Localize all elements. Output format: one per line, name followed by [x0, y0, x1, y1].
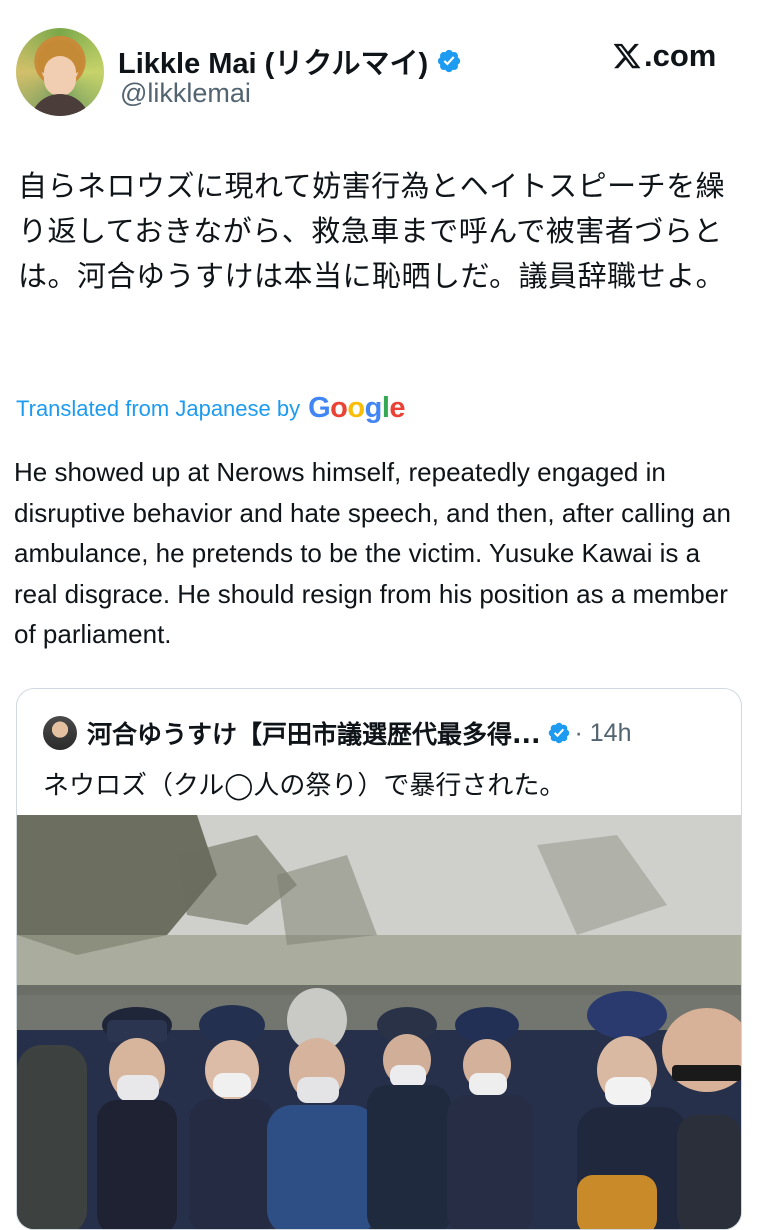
translation-notice[interactable]: Translated from Japanese by Google — [16, 392, 406, 425]
tweet-header: Likkle Mai (リクルマイ) @likklemai .com — [0, 0, 757, 130]
quoted-tweet-card[interactable]: 河合ゆうすけ【戸田市議選歴代最多得... · 14h ネウロズ（クル◯人の祭り）… — [16, 688, 742, 1230]
author-avatar[interactable] — [16, 28, 104, 116]
author-display-name[interactable]: Likkle Mai (リクルマイ) — [118, 40, 428, 82]
verified-badge-icon — [438, 49, 461, 73]
quoted-tweet-text: ネウロズ（クル◯人の祭り）で暴行された。 — [43, 771, 566, 801]
x-domain-suffix: .com — [644, 38, 717, 73]
avatar-face — [44, 56, 76, 96]
x-logo: .com — [612, 38, 716, 74]
quoted-tweet-media[interactable] — [17, 815, 741, 1229]
quoted-author-avatar[interactable] — [43, 716, 77, 750]
tweet-text-original: 自らネロウズに現れて妨害行為とヘイトスピーチを繰り返しておきながら、救急車まで呼… — [18, 169, 726, 293]
author-handle[interactable]: @likklemai — [120, 78, 251, 109]
quoted-tweet-header: 河合ゆうすけ【戸田市議選歴代最多得... · 14h — [43, 715, 631, 751]
avatar-body — [30, 94, 90, 116]
quoted-author-name[interactable]: 河合ゆうすけ【戸田市議選歴代最多得... — [87, 715, 541, 751]
author-name-row: Likkle Mai (リクルマイ) — [118, 40, 462, 82]
x-logo-icon — [613, 43, 641, 69]
translation-label: Translated from Japanese by — [16, 395, 301, 421]
verified-badge-icon — [548, 722, 569, 744]
crowd-photo-image — [17, 815, 741, 1229]
google-logo: Google — [308, 392, 406, 424]
tweet-text-translated: He showed up at Nerows himself, repeated… — [14, 457, 731, 649]
quoted-tweet-time[interactable]: · 14h — [575, 719, 632, 748]
